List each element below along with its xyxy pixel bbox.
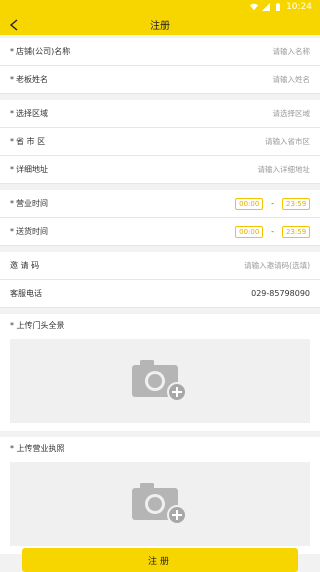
invite-code-row[interactable]: 邀 请 码 请输入邀请码(选填)	[0, 252, 320, 280]
delivery-hours-label: 送货时间	[16, 227, 48, 236]
invite-code-label: 邀 请 码	[10, 261, 40, 270]
upload-storefront-text: 上传门头全景	[16, 321, 65, 330]
upload-storefront-label: * 上传门头全景	[10, 320, 310, 331]
upload-license-text: 上传营业执照	[16, 444, 65, 453]
required-mark: *	[10, 321, 14, 330]
service-phone-value[interactable]: 029-85798090	[251, 289, 310, 298]
owner-name-input[interactable]: 请输入姓名	[273, 74, 311, 85]
service-phone-label: 客服电话	[10, 289, 42, 298]
upload-license-label: * 上传营业执照	[10, 443, 310, 454]
owner-name-label: 老板姓名	[16, 75, 48, 84]
region-select[interactable]: 请选择区域	[273, 108, 311, 119]
required-mark: *	[10, 47, 14, 56]
delivery-start-time[interactable]: 00:00	[235, 225, 264, 238]
required-mark: *	[10, 444, 14, 453]
signal-icon	[262, 3, 271, 11]
business-hours-picker: 00:00 - 23:59	[235, 197, 310, 210]
register-button[interactable]: 注册	[22, 548, 298, 572]
business-start-time[interactable]: 00:00	[235, 197, 264, 210]
province-row[interactable]: * 省 市 区 请输入省市区	[0, 128, 320, 156]
region-row[interactable]: * 选择区域 请选择区域	[0, 100, 320, 128]
required-mark: *	[10, 109, 14, 118]
business-hours-label: 营业时间	[16, 199, 48, 208]
upload-license-section: * 上传营业执照	[0, 437, 320, 554]
upload-storefront-section: * 上传门头全景	[0, 314, 320, 431]
chevron-left-icon	[9, 19, 18, 31]
required-mark: *	[10, 199, 14, 208]
wifi-icon	[250, 3, 259, 11]
delivery-end-time[interactable]: 23:59	[282, 225, 310, 238]
shop-name-input[interactable]: 请输入名称	[273, 46, 311, 57]
province-input[interactable]: 请输入省市区	[265, 136, 310, 147]
delivery-hours-row: * 送货时间 00:00 - 23:59	[0, 218, 320, 246]
invite-code-input[interactable]: 请输入邀请码(选填)	[244, 260, 310, 271]
camera-add-icon	[132, 360, 187, 402]
camera-add-icon	[132, 483, 187, 525]
upload-license-box[interactable]	[10, 462, 310, 546]
battery-icon	[276, 3, 281, 11]
time-separator: -	[271, 227, 274, 236]
required-mark: *	[10, 165, 14, 174]
back-button[interactable]	[6, 17, 22, 33]
status-bar: 10:24	[0, 0, 320, 14]
navbar: 注册	[0, 14, 320, 35]
required-mark: *	[10, 75, 14, 84]
province-label: 省 市 区	[16, 137, 46, 146]
required-mark: *	[10, 137, 14, 146]
region-label: 选择区域	[16, 109, 48, 118]
status-time: 10:24	[286, 2, 312, 12]
address-input[interactable]: 请输入详细地址	[258, 164, 311, 175]
delivery-hours-picker: 00:00 - 23:59	[235, 225, 310, 238]
business-hours-row: * 营业时间 00:00 - 23:59	[0, 190, 320, 218]
time-separator: -	[271, 199, 274, 208]
page-title: 注册	[150, 21, 170, 32]
upload-storefront-box[interactable]	[10, 339, 310, 423]
business-end-time[interactable]: 23:59	[282, 197, 310, 210]
shop-name-label: 店铺(公司)名称	[16, 47, 71, 56]
shop-name-row[interactable]: * 店铺(公司)名称 请输入名称	[0, 38, 320, 66]
service-phone-row[interactable]: 客服电话 029-85798090	[0, 280, 320, 308]
owner-name-row[interactable]: * 老板姓名 请输入姓名	[0, 66, 320, 94]
address-row[interactable]: * 详细地址 请输入详细地址	[0, 156, 320, 184]
required-mark: *	[10, 227, 14, 236]
address-label: 详细地址	[16, 165, 48, 174]
